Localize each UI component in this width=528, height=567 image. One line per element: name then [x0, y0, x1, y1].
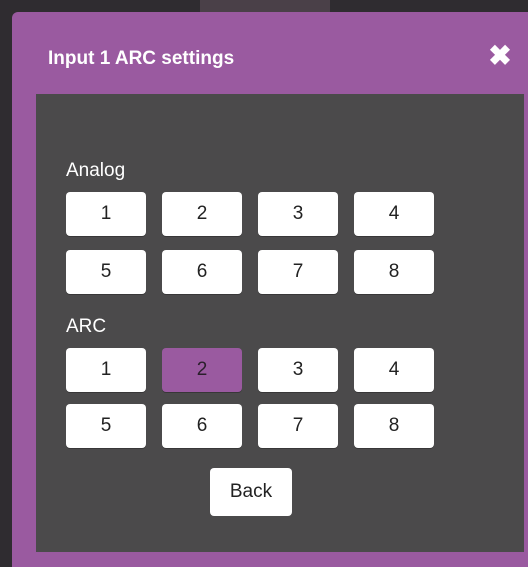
analog-button-3[interactable]: 3 [258, 192, 338, 236]
analog-button-7[interactable]: 7 [258, 250, 338, 294]
arc-button-8[interactable]: 8 [354, 404, 434, 448]
arc-section-label: ARC [66, 316, 107, 337]
arc-button-2[interactable]: 2 [162, 348, 242, 392]
back-button[interactable]: Back [210, 468, 292, 516]
dialog-title-bar: Input 1 ARC settings ✖ [12, 12, 528, 92]
arc-button-5[interactable]: 5 [66, 404, 146, 448]
analog-button-8[interactable]: 8 [354, 250, 434, 294]
arc-button-7[interactable]: 7 [258, 404, 338, 448]
arc-button-3[interactable]: 3 [258, 348, 338, 392]
arc-button-6[interactable]: 6 [162, 404, 242, 448]
analog-button-2[interactable]: 2 [162, 192, 242, 236]
analog-button-1[interactable]: 1 [66, 192, 146, 236]
arc-settings-dialog: Input 1 ARC settings ✖ Analog 1 2 3 4 5 … [12, 12, 528, 567]
arc-button-1[interactable]: 1 [66, 348, 146, 392]
analog-section-label: Analog [66, 160, 126, 181]
dialog-content: Analog 1 2 3 4 5 6 7 8 ARC 1 2 3 4 5 6 7… [36, 94, 524, 552]
analog-button-4[interactable]: 4 [354, 192, 434, 236]
analog-button-5[interactable]: 5 [66, 250, 146, 294]
dialog-title: Input 1 ARC settings [48, 48, 235, 69]
arc-button-4[interactable]: 4 [354, 348, 434, 392]
close-icon[interactable]: ✖ [486, 40, 514, 72]
analog-button-6[interactable]: 6 [162, 250, 242, 294]
